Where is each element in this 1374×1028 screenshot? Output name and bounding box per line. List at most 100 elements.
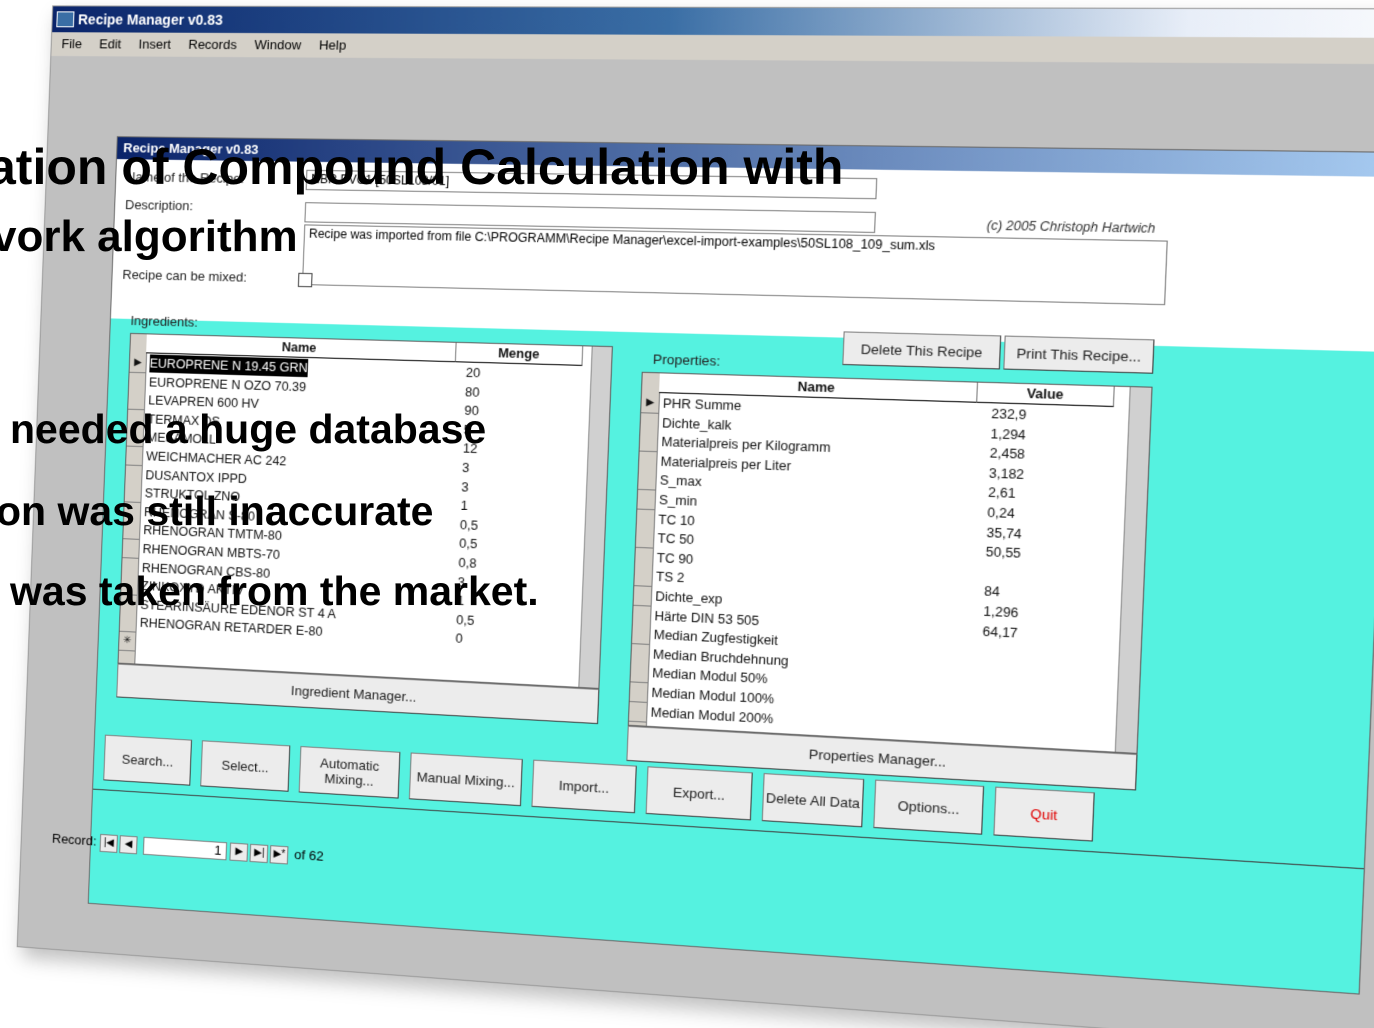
row-selector[interactable] — [638, 451, 657, 472]
grid-cell-value[interactable] — [978, 720, 979, 739]
properties-scrollbar[interactable] — [1114, 387, 1152, 753]
next-record-icon[interactable]: ▶ — [229, 842, 249, 862]
grid-cell-value[interactable]: 0,5 — [460, 516, 479, 535]
grid-cell-name[interactable]: Dichte_kalk — [662, 414, 732, 435]
row-selector[interactable] — [119, 613, 137, 633]
grid-cell-value[interactable]: 232,9 — [991, 404, 1027, 424]
menu-file[interactable]: File — [61, 36, 82, 51]
grid-cell-name[interactable]: Dichte_exp — [655, 587, 723, 609]
export-button[interactable]: Export... — [645, 766, 753, 821]
delete-all-data-button[interactable]: Delete All Data — [761, 773, 865, 828]
grid-cell-value[interactable]: 1 — [457, 592, 465, 611]
mixable-checkbox[interactable] — [297, 272, 313, 288]
import-button[interactable]: Import... — [531, 759, 637, 814]
quit-button[interactable]: Quit — [993, 786, 1095, 842]
grid-cell-value[interactable]: 35,74 — [986, 523, 1022, 544]
menu-edit[interactable]: Edit — [99, 36, 122, 51]
row-selector[interactable] — [628, 701, 647, 723]
previous-record-icon[interactable]: ◀ — [119, 835, 138, 855]
row-selector[interactable] — [633, 586, 652, 607]
new-row-icon[interactable]: ✳ — [118, 631, 136, 652]
grid-cell-value[interactable]: 2,458 — [989, 444, 1025, 464]
first-record-icon[interactable]: |◀ — [99, 833, 119, 853]
grid-cell-value[interactable]: 20 — [465, 364, 481, 383]
grid-cell-name[interactable]: TERMAX DS — [147, 410, 220, 430]
row-selector[interactable] — [123, 502, 141, 522]
automatic-mixing-button[interactable]: Automatic Mixing... — [298, 746, 401, 799]
grid-cell-value[interactable]: 1,296 — [983, 602, 1019, 623]
row-selector[interactable] — [632, 605, 651, 626]
manual-mixing-button[interactable]: Manual Mixing... — [408, 752, 523, 807]
grid-cell-value[interactable]: 84 — [984, 582, 1000, 602]
row-selector[interactable] — [636, 509, 655, 530]
grid-cell-name[interactable]: TC 90 — [656, 549, 694, 569]
grid-cell-value[interactable] — [981, 661, 982, 680]
grid-cell-value[interactable] — [981, 641, 982, 660]
row-selector[interactable] — [127, 409, 144, 429]
options-button[interactable]: Options... — [873, 779, 985, 835]
row-selector[interactable] — [126, 428, 144, 448]
row-selector[interactable] — [634, 566, 653, 588]
row-selector[interactable] — [124, 483, 142, 504]
last-record-icon[interactable]: ▶| — [249, 843, 269, 864]
print-recipe-button[interactable]: Print This Recipe... — [1003, 335, 1155, 374]
grid-cell-value[interactable] — [980, 681, 981, 700]
grid-cell-value[interactable]: 3 — [461, 478, 469, 497]
row-selector[interactable] — [121, 557, 139, 578]
grid-cell-name[interactable]: TC 50 — [657, 529, 694, 549]
grid-cell-value[interactable]: 5 — [463, 421, 471, 440]
grid-cell-value[interactable]: 0 — [455, 630, 463, 649]
delete-recipe-button[interactable]: Delete This Recipe — [842, 331, 1002, 370]
row-selector[interactable] — [128, 372, 146, 392]
grid-cell-value[interactable]: 3 — [457, 573, 465, 592]
row-selector[interactable] — [120, 594, 137, 615]
row-selector[interactable] — [637, 489, 656, 511]
menu-window[interactable]: Window — [254, 37, 301, 52]
row-selector[interactable] — [635, 547, 653, 569]
grid-cell-value[interactable]: 50,55 — [985, 543, 1021, 564]
grid-cell-value[interactable]: 0,5 — [456, 611, 475, 630]
grid-cell-value[interactable]: 2,61 — [988, 483, 1016, 503]
row-selector[interactable] — [640, 412, 659, 434]
grid-cell-value[interactable]: 0,24 — [987, 503, 1015, 523]
grid-cell-value[interactable]: 64,17 — [982, 622, 1018, 643]
select-button[interactable]: Select... — [200, 740, 291, 792]
menu-records[interactable]: Records — [188, 37, 237, 52]
row-selector[interactable] — [126, 446, 143, 467]
grid-cell-value[interactable]: 12 — [463, 440, 478, 459]
row-selector[interactable] — [122, 539, 140, 559]
grid-cell-value[interactable] — [979, 701, 980, 720]
search-button[interactable]: Search... — [103, 734, 193, 786]
grid-cell-name[interactable]: MESAMOLL — [147, 429, 217, 449]
new-record-icon[interactable]: ▶* — [270, 845, 289, 865]
grid-cell-value[interactable]: 0,8 — [458, 554, 477, 573]
row-selector[interactable]: ▶ — [641, 393, 659, 414]
row-selector[interactable] — [123, 520, 140, 541]
grid-cell-value[interactable]: 90 — [464, 402, 479, 421]
grid-cell-value[interactable]: 1,294 — [990, 424, 1026, 444]
ingredients-scrollbar[interactable] — [578, 346, 612, 688]
row-selector[interactable] — [629, 682, 648, 703]
row-selector[interactable] — [639, 432, 658, 453]
grid-cell-name[interactable]: S_max — [659, 471, 702, 491]
row-selector[interactable]: ▶ — [129, 353, 147, 374]
grid-cell-value[interactable]: 0,5 — [459, 535, 478, 554]
row-selector[interactable] — [128, 390, 145, 411]
grid-cell-name[interactable]: PHR Summe — [663, 394, 742, 415]
grid-cell-value[interactable]: 80 — [465, 383, 480, 402]
grid-cell-value[interactable]: 1 — [460, 497, 468, 516]
row-selector[interactable] — [121, 576, 138, 596]
menu-insert[interactable]: Insert — [138, 37, 171, 52]
row-selector[interactable] — [125, 465, 142, 485]
properties-grid[interactable]: Name Value ▶ PHR Summe 232,9 Dichte_kalk 1,2… — [627, 371, 1153, 755]
grid-cell-value[interactable]: 3,182 — [989, 464, 1025, 484]
row-selector[interactable] — [632, 624, 650, 646]
record-number-field[interactable]: 1 — [142, 836, 227, 861]
row-selector[interactable] — [630, 663, 649, 684]
grid-cell-value[interactable]: 3 — [462, 459, 470, 478]
ingredients-grid[interactable]: Name Menge ▶ EUROPRENE N 19.45 GRN 20 EUROP… — [117, 332, 613, 690]
row-selector[interactable] — [631, 643, 650, 665]
row-selector[interactable] — [635, 528, 654, 549]
grid-cell-name[interactable]: TS 2 — [656, 568, 685, 588]
grid-cell-value[interactable] — [985, 562, 986, 581]
